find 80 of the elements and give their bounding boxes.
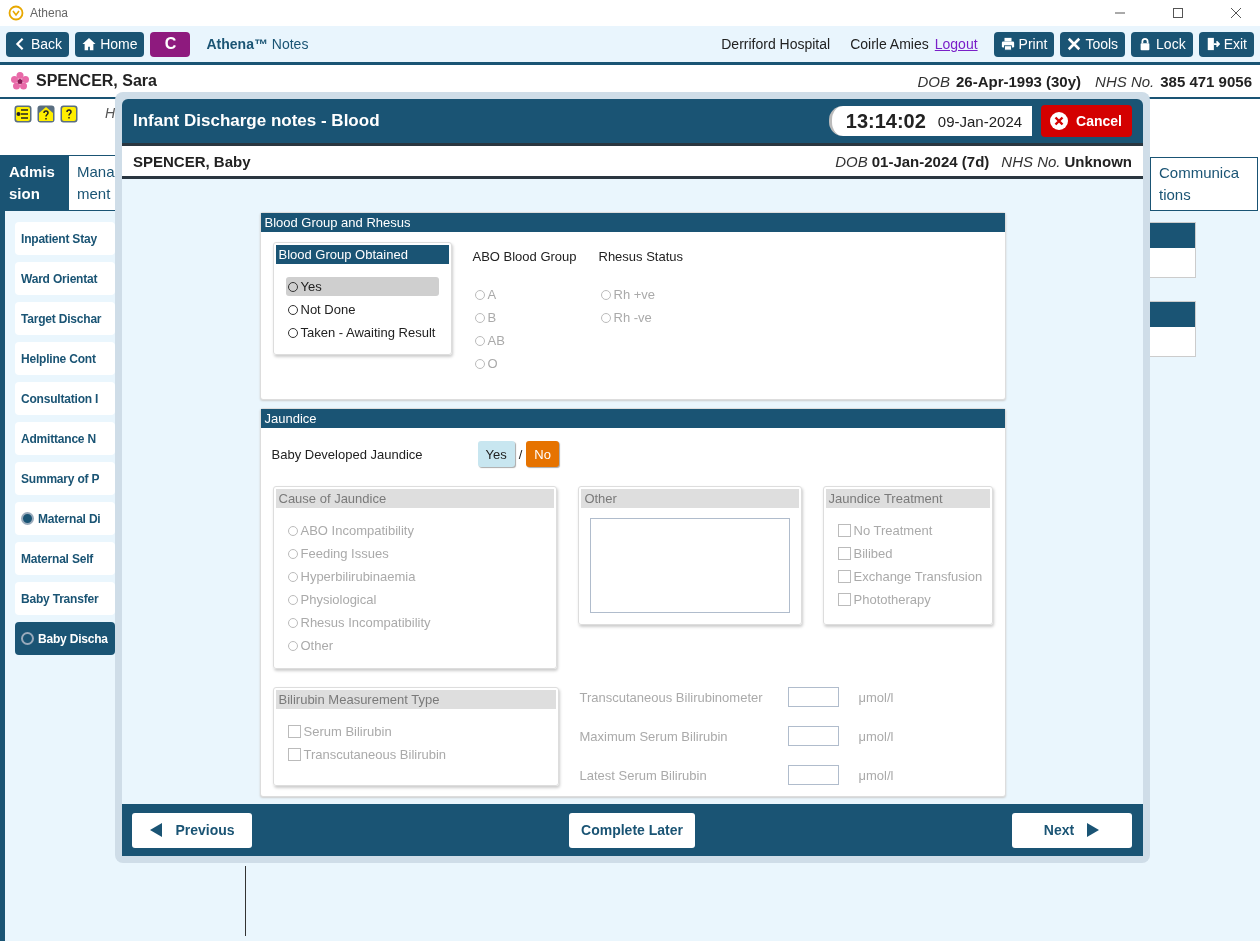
group-title: Bilirubin Measurement Type <box>275 690 556 709</box>
group-label: ABO Blood Group <box>472 248 578 266</box>
tab[interactable]: Admis sion <box>0 155 68 211</box>
group-title: Jaundice Treatment <box>825 489 990 508</box>
exit-door-icon <box>1205 37 1220 51</box>
sidebar-item[interactable]: Baby Discha <box>15 622 115 655</box>
field-label: Maximum Serum Bilirubin <box>579 728 729 744</box>
home-icon <box>82 37 97 51</box>
nhs-number: Unknown <box>1064 152 1132 170</box>
lock-button[interactable]: Lock <box>1131 31 1193 57</box>
sidebar-item[interactable]: Target Dischar <box>15 302 115 335</box>
clock-display: 13:14:02 09-Jan-2024 <box>828 106 1033 136</box>
close-icon[interactable] <box>1230 7 1242 19</box>
nhs-label: NHS No. <box>1001 152 1061 170</box>
sidebar-item[interactable]: Inpatient Stay <box>15 222 115 255</box>
hospital-name: Derriford Hospital <box>721 36 831 52</box>
printer-icon <box>1000 37 1015 51</box>
print-button[interactable]: Print <box>993 31 1055 57</box>
help-list-icon[interactable] <box>14 105 32 123</box>
sidebar-item[interactable]: Summary of P <box>15 462 115 495</box>
radio-option[interactable]: Taken - Awaiting Result <box>285 323 439 342</box>
radio-option[interactable]: Not Done <box>285 300 439 319</box>
app-name: Athena™ Notes <box>206 36 309 52</box>
app-badge[interactable]: C <box>150 31 191 57</box>
logout-link[interactable]: Logout <box>934 36 978 52</box>
group-label: Rhesus Status <box>598 248 684 266</box>
sidebar-item[interactable]: Admittance N <box>15 422 115 455</box>
triangle-right-icon <box>1086 822 1101 838</box>
triangle-left-icon <box>149 822 164 838</box>
unit-label: μmol/l <box>858 689 894 705</box>
group-title: Other <box>581 489 799 508</box>
section-title: Blood Group and Rhesus <box>260 213 1005 232</box>
close-circle-icon <box>1049 111 1070 131</box>
input-field[interactable] <box>787 765 839 785</box>
sidebar-item[interactable]: Maternal Di <box>15 502 115 535</box>
header-note: H <box>105 105 116 121</box>
dob-value: 01-Jan-2024 (7d) <box>871 152 990 170</box>
sidebar-item[interactable]: Ward Orientat <box>15 262 115 295</box>
app-logo-icon <box>8 5 24 21</box>
back-button[interactable]: Back <box>6 31 70 57</box>
dob-value: 26-Apr-1993 (30y) <box>956 72 1082 90</box>
sidebar-item[interactable]: Helpline Cont <box>15 342 115 375</box>
home-button[interactable]: Home <box>75 31 145 57</box>
previous-button[interactable]: Previous <box>132 812 252 848</box>
window-title: Athena <box>30 6 69 20</box>
input-field[interactable] <box>787 687 839 707</box>
nhs-label: NHS No. <box>1095 72 1155 90</box>
input-field[interactable] <box>787 726 839 746</box>
nhs-number: 385 471 9056 <box>1160 72 1252 90</box>
patient-name: SPENCER, Sara <box>36 72 157 90</box>
maximize-icon[interactable] <box>1172 7 1184 19</box>
answer-toggle[interactable]: Yes <box>477 441 515 467</box>
exit-button[interactable]: Exit <box>1198 31 1254 57</box>
help-icon[interactable] <box>60 105 78 123</box>
dob-label: DOB <box>917 72 950 90</box>
next-button[interactable]: Next <box>1012 812 1132 848</box>
tools-button[interactable]: Tools <box>1060 31 1126 57</box>
user-name: Coirle Amies <box>850 36 929 52</box>
field-label: Transcutaneous Bilirubinometer <box>579 689 764 705</box>
help-home-icon[interactable] <box>37 105 55 123</box>
sidebar-item[interactable]: Consultation I <box>15 382 115 415</box>
baby-name: SPENCER, Baby <box>133 152 251 170</box>
group-title: Blood Group Obtained <box>275 245 449 264</box>
sidebar-item[interactable]: Maternal Self <box>15 542 115 575</box>
separator-slash: / <box>518 446 523 462</box>
sidebar-item[interactable]: Baby Transfer <box>15 582 115 615</box>
question-label: Baby Developed Jaundice <box>271 446 424 462</box>
flower-icon <box>10 71 30 91</box>
dialog-title: Infant Discharge notes - Blood <box>133 111 380 131</box>
tab[interactable]: Communica tions <box>1150 157 1258 211</box>
unit-label: μmol/l <box>858 767 894 783</box>
dob-label: DOB <box>835 152 868 170</box>
group-title: Cause of Jaundice <box>275 489 555 508</box>
cancel-button[interactable]: Cancel <box>1041 105 1132 137</box>
field-label: Latest Serum Bilirubin <box>579 767 708 783</box>
section-title: Jaundice <box>260 409 1005 428</box>
radio-option[interactable]: Yes <box>285 277 439 296</box>
unit-label: μmol/l <box>858 728 894 744</box>
crossed-tools-icon <box>1067 37 1082 51</box>
complete-later-button[interactable]: Complete Later <box>569 812 695 848</box>
